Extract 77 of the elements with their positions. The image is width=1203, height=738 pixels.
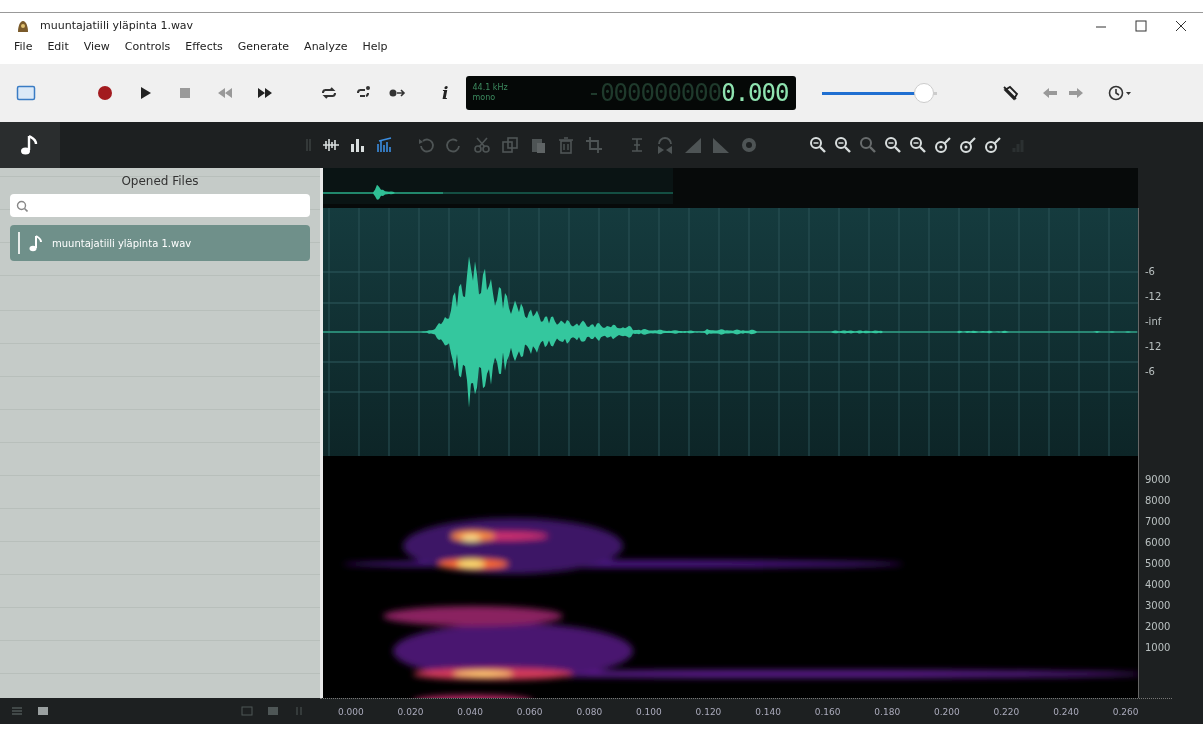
normalize-icon[interactable] xyxy=(740,136,758,154)
frequency-scale-label: 1000 xyxy=(1145,642,1172,653)
menu-item[interactable]: Effects xyxy=(185,40,223,60)
trash-icon[interactable] xyxy=(557,136,575,154)
zoom-tool-icon[interactable] xyxy=(959,136,977,154)
bars-view-icon[interactable] xyxy=(349,136,367,154)
time-axis-label: 0.100 xyxy=(635,706,663,717)
frequency-scale-label: 5000 xyxy=(1145,558,1172,569)
frequency-scale-label: 6000 xyxy=(1145,537,1172,548)
time-axis-label: 0.240 xyxy=(1053,706,1080,717)
sample-rate: 44.1 kHz xyxy=(472,83,509,93)
grip-icon xyxy=(305,136,313,154)
zoom-tool-icon[interactable] xyxy=(934,136,952,154)
scissors-icon[interactable] xyxy=(473,136,491,154)
time-axis-label: 0.000 xyxy=(338,706,365,717)
volume-slider[interactable] xyxy=(822,82,938,104)
zoom-in-icon[interactable] xyxy=(809,136,827,154)
time-axis-label: 0.020 xyxy=(397,706,425,717)
menu-item[interactable]: View xyxy=(83,40,110,60)
info-button[interactable]: i xyxy=(442,83,449,103)
panel-icon[interactable] xyxy=(266,704,280,718)
spectrogram-view-icon[interactable] xyxy=(376,136,394,154)
maximize-icon[interactable] xyxy=(1133,17,1149,34)
time-axis-label: 0.200 xyxy=(933,706,961,717)
zoom-out-icon[interactable] xyxy=(834,136,852,154)
fade-out-icon[interactable] xyxy=(712,136,730,154)
time-axis-label: 0.120 xyxy=(695,706,723,717)
menu-item[interactable]: Edit xyxy=(47,40,69,60)
history-icon[interactable] xyxy=(1107,84,1134,102)
time-axis-label: 0.040 xyxy=(457,706,484,717)
redo-icon[interactable] xyxy=(445,136,463,154)
frequency-scale-label: 4000 xyxy=(1145,579,1172,590)
db-scale-label: -inf xyxy=(1145,316,1163,327)
time-axis-label: 0.060 xyxy=(516,706,544,717)
crop-icon[interactable] xyxy=(585,136,603,154)
frequency-scale-label: 7000 xyxy=(1145,516,1172,527)
grid-view-icon[interactable] xyxy=(36,704,50,718)
time-axis-label: 0.140 xyxy=(755,706,782,717)
list-view-icon[interactable] xyxy=(10,704,24,718)
waveform-drawing[interactable] xyxy=(323,208,1138,456)
search-icon xyxy=(16,199,28,212)
db-scale-label: -12 xyxy=(1145,291,1163,302)
paste-icon[interactable] xyxy=(529,136,547,154)
reverse-icon[interactable] xyxy=(656,136,674,154)
menu-item[interactable]: Generate xyxy=(237,40,290,60)
time-axis-label: 0.080 xyxy=(576,706,604,717)
db-scale-label: -12 xyxy=(1145,341,1163,352)
fade-in-icon[interactable] xyxy=(684,136,702,154)
undo-icon[interactable] xyxy=(417,136,435,154)
record-icon[interactable] xyxy=(96,84,114,102)
music-note-icon xyxy=(28,234,44,252)
sidebar-title: Opened Files xyxy=(120,174,200,188)
menu-item[interactable]: Help xyxy=(362,40,388,60)
pen-icon[interactable] xyxy=(1001,84,1020,102)
waveform-view-icon[interactable] xyxy=(322,136,340,154)
window-title: muuntajatiili yläpinta 1.wav xyxy=(40,19,195,32)
channel-mode: mono xyxy=(472,93,497,103)
frequency-scale-label: 9000 xyxy=(1145,474,1172,485)
time-axis-label: 0.260 xyxy=(1112,706,1140,717)
time-value: 0.000 xyxy=(721,79,789,107)
time-axis-label: 0.160 xyxy=(814,706,842,717)
zoom-out-icon[interactable] xyxy=(909,136,927,154)
frequency-scale-label: 2000 xyxy=(1145,621,1172,632)
db-scale-label: -6 xyxy=(1145,266,1156,277)
menu-item[interactable]: File xyxy=(14,40,33,60)
time-axis-label: 0.220 xyxy=(993,706,1021,717)
search-field[interactable] xyxy=(10,194,310,217)
frequency-scale-label: 8000 xyxy=(1145,495,1172,506)
db-scale-label: -6 xyxy=(1145,366,1156,377)
time-axis-label: 0.180 xyxy=(874,706,902,717)
menu-item[interactable]: Analyze xyxy=(304,40,348,60)
menu-item[interactable]: Controls xyxy=(124,40,171,60)
zoom-out-icon[interactable] xyxy=(884,136,902,154)
sidebar-toggle-icon[interactable] xyxy=(16,83,36,103)
frequency-scale-label: 3000 xyxy=(1145,600,1172,611)
zoom-tool-icon[interactable] xyxy=(984,136,1002,154)
copy-icon[interactable] xyxy=(501,136,519,154)
